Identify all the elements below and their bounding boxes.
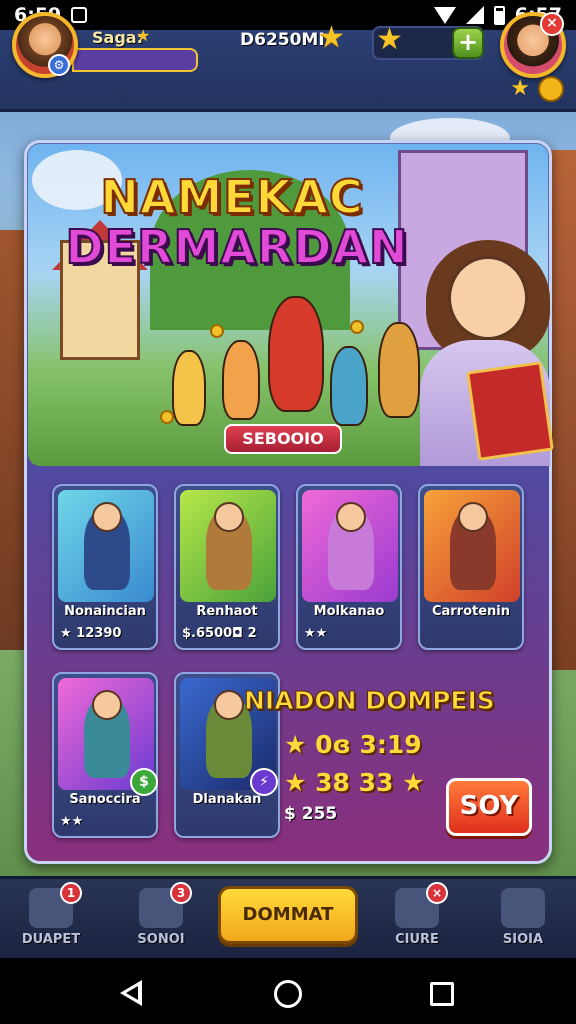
avatar-settings-icon[interactable]: ⚙ bbox=[48, 54, 70, 76]
coin-icon bbox=[210, 324, 224, 338]
notification-badge: × bbox=[426, 882, 448, 904]
battery-icon bbox=[493, 5, 505, 25]
card-score: $.6500◘ 2 bbox=[182, 626, 257, 641]
card-title: Sanoccira bbox=[69, 792, 141, 807]
house-icon bbox=[501, 888, 545, 928]
friend-coin-icon bbox=[538, 76, 564, 102]
nav-item-sonoi[interactable]: SONOI 3 bbox=[116, 882, 206, 954]
game-card[interactable]: Renhaot $.6500◘ 2 bbox=[174, 484, 280, 650]
game-card[interactable]: Molkanao ★★ bbox=[296, 484, 402, 650]
coin-icon bbox=[350, 320, 364, 334]
card-art bbox=[58, 490, 154, 602]
card-art bbox=[424, 490, 520, 602]
notification-icon bbox=[71, 7, 88, 23]
card-title: Renhaot bbox=[196, 604, 258, 619]
card-art bbox=[180, 490, 276, 602]
nav-label: SIOIA bbox=[502, 932, 544, 947]
banner-character-3 bbox=[268, 296, 324, 412]
promo-reward: ★ 38 33 ★ bbox=[284, 768, 425, 797]
coin-icon bbox=[160, 410, 174, 424]
back-icon-inner bbox=[126, 986, 138, 1000]
card-character-head bbox=[336, 502, 366, 532]
friend-star-icon: ★ bbox=[510, 76, 530, 101]
card-character-head bbox=[214, 690, 244, 720]
notification-badge: 3 bbox=[170, 882, 192, 904]
nav-label: CIURE bbox=[395, 932, 439, 947]
status-bar: 6:59 6:57 bbox=[0, 0, 576, 30]
game-card[interactable]: Nonaincian ★ 12390 bbox=[52, 484, 158, 650]
card-art bbox=[302, 490, 398, 602]
add-currency-button[interactable]: + bbox=[452, 27, 484, 59]
banner-title-line1: NAMEKAC bbox=[99, 169, 364, 225]
card-character-head bbox=[92, 502, 122, 532]
card-character-head bbox=[92, 690, 122, 720]
main-action-button[interactable]: DOMMAT bbox=[218, 886, 358, 944]
promo-timer: ★ 0ɞ 3:19 bbox=[284, 730, 422, 759]
card-score: ★ 12390 bbox=[60, 626, 122, 641]
wifi-icon bbox=[433, 6, 456, 24]
nav-item-sioia[interactable]: SIOIA bbox=[478, 882, 568, 954]
player-star-icon: ★ bbox=[136, 26, 151, 45]
recents-icon[interactable] bbox=[430, 982, 454, 1006]
banner-character-4 bbox=[330, 346, 368, 426]
card-character-head bbox=[214, 502, 244, 532]
card-rating: ★★ bbox=[60, 814, 84, 829]
card-rating: ★★ bbox=[304, 626, 328, 641]
coin-star-icon: ★ bbox=[318, 20, 345, 55]
banner-character-5 bbox=[378, 322, 420, 418]
nav-item-ciure[interactable]: CIURE × bbox=[372, 882, 462, 954]
promo-title: NIADON DOMPEIS bbox=[244, 686, 496, 716]
nav-label: SONOI bbox=[137, 932, 185, 947]
card-title: Nonaincian bbox=[64, 604, 146, 619]
coin-counter: D6250MI bbox=[240, 30, 325, 50]
game-card[interactable]: $ Sanoccira ★★ bbox=[52, 672, 158, 838]
signal-icon bbox=[465, 6, 484, 24]
banner-character-2 bbox=[222, 340, 260, 420]
notification-badge: 1 bbox=[60, 882, 82, 904]
banner-title-line2: DERMARDAN bbox=[64, 219, 409, 275]
card-title: Dlanakan bbox=[192, 792, 262, 807]
nav-item-duapet[interactable]: DUAPET 1 bbox=[6, 882, 96, 954]
play-button[interactable]: SOY bbox=[446, 778, 532, 836]
game-card[interactable]: Carrotenin bbox=[418, 484, 524, 650]
banner-girl-book bbox=[466, 361, 554, 461]
banner-girl-face bbox=[448, 256, 528, 340]
card-title: Carrotenin bbox=[431, 604, 511, 619]
banner-character-1 bbox=[172, 350, 206, 426]
card-title: Molkanao bbox=[313, 604, 385, 619]
banner-badge[interactable]: SEBOOIO bbox=[224, 424, 342, 454]
nav-label: DUAPET bbox=[21, 932, 81, 947]
promo-price: $ 255 bbox=[284, 804, 338, 824]
home-icon[interactable] bbox=[274, 980, 302, 1008]
player-level-bar bbox=[72, 48, 198, 72]
card-character-head bbox=[458, 502, 488, 532]
gem-star-icon: ★ bbox=[376, 22, 403, 57]
close-icon[interactable]: × bbox=[540, 12, 564, 36]
